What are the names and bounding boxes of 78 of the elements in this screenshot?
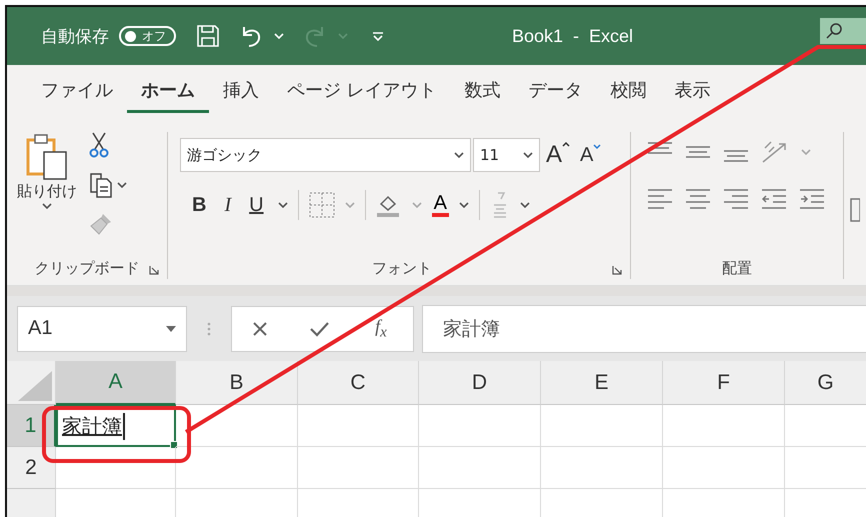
align-horizontal-icon[interactable] [647,188,673,210]
caret-icon[interactable] [42,203,52,209]
sheet-cell[interactable] [176,447,298,489]
clipboard-icon [26,132,68,180]
drag-handle-icon[interactable] [207,322,211,336]
italic-button[interactable]: I [220,194,236,216]
orientation-icon[interactable] [761,140,789,164]
ribbon-tab[interactable]: 挿入 [209,70,273,113]
customize-icon[interactable] [372,30,384,42]
active-cell[interactable]: 家計簿 [56,405,176,447]
font-name-field[interactable]: 游ゴシック [180,138,471,172]
row-header[interactable]: 1 [7,405,56,447]
insert-function-button[interactable]: f$_{x}$ [369,314,393,342]
column-header[interactable]: E [541,361,663,405]
sheet-cell[interactable] [541,405,663,447]
caret-icon[interactable] [454,152,464,158]
sheet-cell[interactable] [56,447,176,489]
sheet-cell[interactable] [419,405,541,447]
sheet-cell[interactable] [541,447,663,489]
column-header[interactable]: C [298,361,419,405]
ribbon-tab[interactable]: 表示 [660,70,725,113]
name-box[interactable]: A1 [17,306,187,352]
group-label: 配置 [722,258,752,278]
sheet-cell[interactable] [298,447,419,489]
group-label: フォント [372,258,432,278]
ribbon-tab[interactable]: ファイル [27,70,127,113]
autosave-toggle[interactable]: オフ [119,26,176,46]
caret-up-icon [562,141,570,147]
indent-increase-icon[interactable] [799,188,825,210]
search-icon [826,23,842,39]
font-color-button[interactable]: A [432,193,449,217]
dropdown-icon[interactable] [166,326,176,332]
align-horizontal-icon[interactable] [723,188,749,210]
caret-down-icon [593,144,602,150]
underline-button[interactable]: U [245,194,268,216]
ribbon-tab[interactable]: ページ レイアウト [273,70,451,113]
launcher-icon[interactable] [612,265,622,275]
caret-icon[interactable] [520,202,530,208]
sheet-cell[interactable] [419,447,541,489]
sheet-cell[interactable] [663,447,785,489]
indent-decrease-icon[interactable] [761,188,787,210]
ribbon-tab[interactable]: 校閲 [596,70,661,113]
bold-button[interactable]: B [188,194,210,216]
launcher-icon[interactable] [149,265,159,275]
caret-icon[interactable] [523,152,533,158]
grow-font-button[interactable]: A [542,141,574,169]
caret-icon[interactable] [458,202,469,208]
formula-field[interactable]: 家計簿 [422,304,866,352]
column-header[interactable]: D [419,361,541,405]
font-size-field[interactable]: 11 [473,138,540,172]
column-header[interactable]: G [785,361,866,405]
align-horizontal-icon[interactable] [685,188,711,210]
caret-icon[interactable] [117,182,127,188]
merge-icon[interactable] [850,198,860,222]
group-label: クリップボード [34,258,140,278]
ribbon-tab[interactable]: ホーム [127,70,209,113]
copy-icon[interactable] [89,172,113,198]
search-box[interactable] [820,18,866,44]
borders-icon[interactable] [308,192,335,218]
ribbon-tab[interactable]: データ [514,70,597,113]
column-header[interactable]: A [56,361,176,405]
sheet-cell[interactable] [298,405,419,447]
row-header[interactable]: 2 [7,447,56,489]
check-icon[interactable] [308,320,329,336]
window-title: Book1 - Excel [512,26,634,46]
shrink-font-button[interactable]: A [576,144,606,166]
autosave-label: 自動保存 [41,26,109,48]
sheet-cell[interactable] [663,405,785,447]
ribbon-tab[interactable]: 数式 [450,70,515,113]
column-header[interactable]: F [663,361,785,405]
scissors-icon[interactable] [89,132,109,158]
format-painter-icon[interactable] [89,212,113,236]
paste-button[interactable]: 貼り付け [13,132,81,257]
save-icon[interactable] [196,24,220,48]
sheet-cell[interactable] [176,405,298,447]
caret-icon[interactable] [278,202,288,208]
column-header[interactable]: B [176,361,298,405]
cancel-icon[interactable] [252,320,268,336]
